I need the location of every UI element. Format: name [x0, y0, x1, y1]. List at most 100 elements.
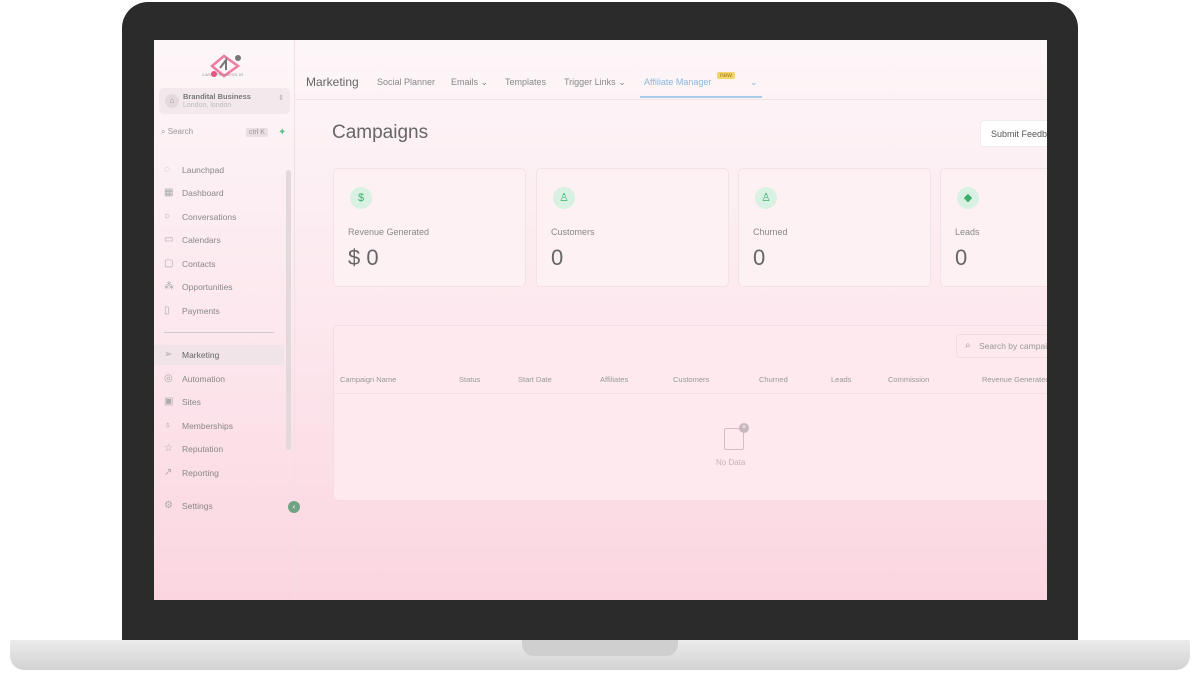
chevron-down-icon[interactable]: ⌄: [750, 77, 758, 88]
tab-trigger-links[interactable]: Trigger Links ⌄: [564, 77, 626, 88]
submit-feedback-button[interactable]: Submit Feedback: [980, 120, 1047, 147]
sidebar-item-opportunities[interactable]: ⁂ Opportunities: [154, 277, 284, 297]
search-label: Search: [167, 127, 194, 136]
column-header[interactable]: Leads: [831, 375, 851, 384]
column-header[interactable]: Commission: [888, 375, 929, 384]
search-icon: ⌕: [965, 340, 971, 351]
sidebar-item-dashboard[interactable]: ▦ Dashboard: [154, 183, 284, 203]
calendar-icon: ▭: [164, 234, 174, 245]
sidebar-item-marketing[interactable]: ➢ Marketing: [154, 345, 284, 365]
sidebar-item-memberships[interactable]: ♁ Memberships: [154, 416, 284, 436]
gear-icon: ⚙: [164, 500, 173, 511]
page-title: Campaigns: [332, 122, 429, 143]
search-placeholder: Search by campaign: [979, 341, 1047, 351]
search-icon: ⌕: [161, 127, 166, 136]
tab-social-planner[interactable]: Social Planner: [377, 77, 435, 87]
sidebar-item-label: Opportunities: [182, 282, 233, 292]
column-header[interactable]: Status: [459, 375, 480, 384]
sidebar-item-label: Contacts: [182, 259, 216, 269]
building-icon: ⌂: [165, 94, 179, 108]
campaign-search-input[interactable]: ⌕ Search by campaign: [956, 334, 1047, 358]
sidebar-item-settings[interactable]: ⚙ Settings: [154, 496, 284, 516]
sidebar-item-automation[interactable]: ◎ Automation: [154, 369, 284, 389]
sidebar-item-calendars[interactable]: ▭ Calendars: [154, 230, 284, 250]
sidebar-item-launchpad[interactable]: ◌ Launchpad: [154, 160, 284, 180]
sidebar-item-conversations[interactable]: ○ Conversations: [154, 207, 284, 227]
sidebar-scrollbar[interactable]: [286, 170, 291, 450]
divider: [164, 332, 274, 333]
grid-icon: ▦: [164, 187, 174, 198]
section-title: Marketing: [306, 75, 359, 89]
column-header[interactable]: Campaign Name: [340, 375, 396, 384]
sidebar-item-label: Memberships: [182, 421, 234, 431]
sidebar-item-label: Sites: [182, 397, 201, 407]
quick-add-icon[interactable]: ✦: [278, 127, 286, 138]
sidebar-item-label: Automation: [182, 374, 225, 384]
stat-card-customers: ♙ Customers 0: [536, 168, 729, 287]
tab-emails[interactable]: Emails ⌄: [451, 77, 488, 88]
account-switcher[interactable]: ⌂ Brandital Business London, london ⇕: [159, 88, 290, 114]
column-header[interactable]: Churned: [759, 375, 788, 384]
sidebar-item-label: Marketing: [182, 350, 220, 360]
stat-value: 0: [955, 245, 968, 270]
sidebar-item-reputation[interactable]: ☆ Reputation: [154, 439, 284, 459]
funnel-icon: ⁂: [164, 281, 174, 292]
column-header[interactable]: Customers: [673, 375, 709, 384]
award-icon: ♁: [164, 420, 172, 431]
sidebar: CASE PROCESS.IO ⌂ Brandital Business Lon…: [154, 40, 300, 600]
chat-icon: ○: [164, 211, 171, 222]
campaigns-table: ⌕ Search by campaign Campaign Name Status…: [333, 325, 1047, 501]
active-tab-indicator: [640, 96, 762, 98]
chevron-down-icon: ⌄: [480, 77, 489, 87]
sidebar-item-reporting[interactable]: ↗ Reporting: [154, 463, 284, 483]
stat-card-churned: ♙ Churned 0: [738, 168, 931, 287]
column-header[interactable]: Affiliates: [600, 375, 628, 384]
search-button[interactable]: ⌕ Search ctrl K ✦: [161, 127, 289, 141]
sidebar-item-label: Launchpad: [182, 165, 225, 175]
user-icon: ♙: [553, 187, 575, 209]
contacts-icon: ▢: [164, 258, 174, 269]
column-header[interactable]: Start Date: [518, 375, 552, 384]
chevron-updown-icon: ⇕: [278, 95, 284, 102]
top-nav: Marketing Social Planner Emails ⌄ Templa…: [295, 40, 1047, 100]
star-icon: ☆: [164, 443, 173, 454]
new-badge: new: [717, 72, 735, 79]
trend-icon: ↗: [164, 467, 173, 478]
stat-value: $ 0: [348, 245, 379, 270]
sidebar-item-label: Reporting: [182, 468, 219, 478]
automation-icon: ◎: [164, 373, 173, 384]
sidebar-item-payments[interactable]: ▯ Payments: [154, 301, 284, 321]
payments-icon: ▯: [164, 305, 170, 316]
chevron-down-icon: ⌄: [618, 77, 626, 87]
diamond-icon: ◆: [957, 187, 979, 209]
sidebar-item-sites[interactable]: ▣ Sites: [154, 392, 284, 412]
dollar-icon: $: [350, 187, 372, 209]
sidebar-item-label: Payments: [182, 306, 220, 316]
empty-inbox-icon: ×: [724, 423, 749, 450]
sidebar-item-label: Calendars: [182, 235, 221, 245]
sidebar-item-label: Dashboard: [182, 188, 224, 198]
sidebar-item-label: Settings: [182, 501, 213, 511]
send-icon: ➢: [164, 349, 173, 360]
sidebar-item-label: Conversations: [182, 212, 237, 222]
user-plus-icon: ♙: [755, 187, 777, 209]
table-header: Campaign Name Status Start Date Affiliat…: [334, 366, 1047, 394]
sidebar-item-label: Reputation: [182, 444, 224, 454]
stat-card-revenue: $ Revenue Generated $ 0: [333, 168, 526, 287]
stat-value: 0: [753, 245, 766, 270]
account-location: London, london: [183, 102, 232, 109]
sites-icon: ▣: [164, 396, 174, 407]
tab-affiliate-manager[interactable]: Affiliate Manager: [644, 77, 711, 87]
account-name: Brandital Business: [183, 92, 251, 101]
collapse-sidebar-button[interactable]: ‹: [288, 501, 300, 513]
stat-value: 0: [551, 245, 564, 270]
tab-templates[interactable]: Templates: [505, 77, 546, 87]
shortcut-badge: ctrl K: [246, 128, 268, 137]
stat-card-leads: ◆ Leads 0: [940, 168, 1047, 287]
sidebar-item-contacts[interactable]: ▢ Contacts: [154, 254, 284, 274]
screen: CASE PROCESS.IO ⌂ Brandital Business Lon…: [154, 40, 1047, 600]
stat-label: Customers: [551, 227, 595, 237]
column-header[interactable]: Revenue Generated: [982, 375, 1047, 384]
rocket-icon: ◌: [164, 164, 170, 175]
tab-label: Emails: [451, 77, 479, 87]
